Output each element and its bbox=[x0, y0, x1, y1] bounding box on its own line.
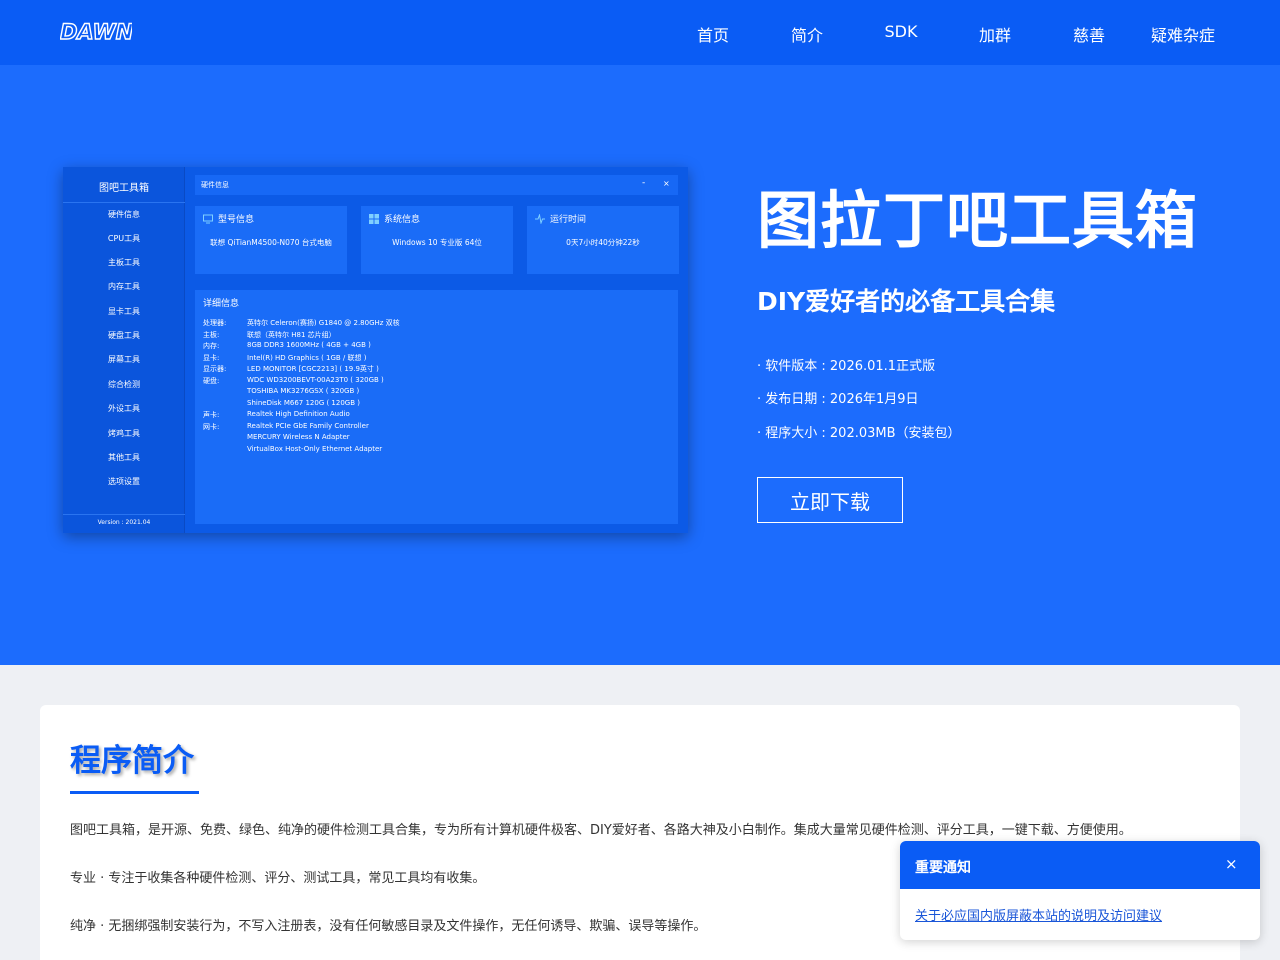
preview-card-title: 型号信息 bbox=[218, 215, 255, 225]
nav-join-group[interactable]: 加群 bbox=[955, 22, 1035, 46]
meta-release-date: · 发布日期 : 2026年1月9日 bbox=[757, 392, 919, 407]
preview-titlebar: 硬件信息 - × bbox=[195, 175, 678, 195]
preview-sidebar-item: 主板工具 bbox=[108, 258, 140, 267]
hero-title: 图拉丁吧工具箱 bbox=[757, 184, 1199, 257]
detail-key: 主板: bbox=[203, 330, 220, 339]
detail-value: LED MONITOR [CGC2213] ( 19.9英寸 ) bbox=[247, 365, 379, 373]
preview-card-title: 系统信息 bbox=[384, 215, 421, 225]
app-preview-screenshot: 图吧工具箱 硬件信息 CPU工具 主板工具 内存工具 显卡工具 硬盘工具 屏幕工… bbox=[63, 167, 688, 533]
detail-value: Intel(R) HD Graphics ( 1GB / 联想 ) bbox=[247, 353, 367, 362]
preview-card-value: 联想 QiTianM4500-N070 台式电脑 bbox=[210, 238, 332, 247]
notice-popup: 重要通知 × 关于必应国内版屏蔽本站的说明及访问建议 bbox=[900, 841, 1260, 940]
detail-value: Realtek PCIe GbE Family Controller bbox=[247, 421, 369, 430]
preview-divider bbox=[63, 202, 185, 203]
close-icon: × bbox=[663, 179, 670, 188]
monitor-icon bbox=[203, 214, 213, 224]
nav-charity[interactable]: 慈善 bbox=[1049, 22, 1129, 46]
preview-sidebar-item: 外设工具 bbox=[108, 404, 140, 413]
intro-title: 程序简介 bbox=[70, 743, 194, 779]
detail-value: 联想（英特尔 H81 芯片组） bbox=[247, 330, 336, 339]
svg-text:DAWN: DAWN bbox=[60, 20, 132, 44]
notice-link[interactable]: 关于必应国内版屏蔽本站的说明及访问建议 bbox=[915, 905, 1162, 924]
meta-version: · 软件版本 : 2026.01.1正式版 bbox=[757, 359, 936, 374]
title-underline bbox=[70, 791, 199, 794]
preview-card-system: 系统信息 Windows 10 专业版 64位 bbox=[361, 206, 513, 274]
preview-sidebar-item: 显卡工具 bbox=[108, 307, 140, 316]
notice-header: 重要通知 × bbox=[900, 841, 1260, 889]
preview-card-model: 型号信息 联想 QiTianM4500-N070 台式电脑 bbox=[195, 206, 347, 274]
nav-faq[interactable]: 疑难杂症 bbox=[1143, 22, 1223, 46]
detail-key: 网卡: bbox=[203, 422, 220, 431]
preview-sidebar-item: 选项设置 bbox=[108, 477, 140, 486]
preview-window-title: 硬件信息 bbox=[201, 181, 229, 189]
detail-value: TOSHIBA MK3276GSX ( 320GB ) bbox=[247, 387, 360, 395]
nav-home[interactable]: 首页 bbox=[673, 22, 753, 46]
dawn-logo[interactable]: DAWN bbox=[60, 18, 132, 46]
preview-detail-panel: 详细信息 处理器: 英特尔 Celeron(赛扬) G1840 @ 2.80GH… bbox=[195, 290, 678, 524]
detail-key: 显示器: bbox=[203, 365, 227, 373]
preview-divider bbox=[63, 514, 185, 515]
windows-icon bbox=[369, 214, 379, 224]
preview-version: Version : 2021.04 bbox=[97, 519, 151, 526]
preview-sidebar-item: 烤鸡工具 bbox=[108, 429, 140, 438]
preview-detail-title: 详细信息 bbox=[203, 299, 240, 309]
detail-value: MERCURY Wireless N Adapter bbox=[247, 433, 350, 441]
detail-key: 显卡: bbox=[203, 353, 220, 362]
preview-sidebar-item: 内存工具 bbox=[108, 282, 140, 291]
minimize-icon: - bbox=[642, 178, 646, 188]
detail-value: VirtualBox Host-Only Ethernet Adapter bbox=[247, 444, 383, 453]
nav-intro[interactable]: 简介 bbox=[767, 22, 847, 46]
detail-key: 声卡: bbox=[203, 411, 220, 419]
preview-card-value: Windows 10 专业版 64位 bbox=[392, 238, 482, 247]
preview-card-title: 运行时间 bbox=[550, 215, 587, 225]
nav-sdk[interactable]: SDK bbox=[861, 22, 941, 41]
hero-subtitle: DIY爱好者的必备工具合集 bbox=[757, 287, 1056, 316]
preview-sidebar-title: 图吧工具箱 bbox=[99, 183, 149, 194]
detail-value: Realtek High Definition Audio bbox=[247, 410, 350, 418]
close-icon[interactable]: × bbox=[1225, 855, 1238, 873]
preview-sidebar-item: 硬件信息 bbox=[108, 210, 140, 219]
download-button[interactable]: 立即下载 bbox=[757, 477, 903, 523]
detail-value: 英特尔 Celeron(赛扬) G1840 @ 2.80GHz 双核 bbox=[247, 319, 400, 327]
detail-value: ShineDisk M667 120G ( 120GB ) bbox=[247, 398, 360, 407]
intro-paragraph: 纯净 · 无捆绑强制安装行为，不写入注册表，没有任何敏感目录及文件操作，无任何诱… bbox=[70, 919, 707, 934]
preview-sidebar-item: 屏幕工具 bbox=[108, 355, 140, 364]
preview-card-uptime: 运行时间 0天7小时40分钟22秒 bbox=[527, 206, 679, 274]
notice-title: 重要通知 bbox=[915, 860, 971, 876]
detail-key: 处理器: bbox=[203, 319, 227, 327]
top-nav: DAWN 首页 简介 SDK 加群 慈善 疑难杂症 bbox=[0, 0, 1280, 65]
preview-sidebar-item: 综合检测 bbox=[108, 380, 140, 389]
preview-card-value: 0天7小时40分钟22秒 bbox=[566, 238, 640, 247]
detail-value: WDC WD3200BEVT-00A23T0 ( 320GB ) bbox=[247, 375, 384, 384]
detail-key: 硬盘: bbox=[203, 376, 220, 385]
detail-value: 8GB DDR3 1600MHz ( 4GB + 4GB ) bbox=[247, 341, 371, 349]
intro-paragraph: 图吧工具箱，是开源、免费、绿色、纯净的硬件检测工具合集，专为所有计算机硬件极客、… bbox=[70, 823, 1132, 838]
pulse-icon bbox=[535, 214, 545, 224]
preview-sidebar-item: 硬盘工具 bbox=[108, 331, 140, 340]
intro-paragraph: 专业 · 专注于收集各种硬件检测、评分、测试工具，常见工具均有收集。 bbox=[70, 871, 486, 886]
detail-key: 内存: bbox=[203, 342, 220, 350]
preview-sidebar: 图吧工具箱 硬件信息 CPU工具 主板工具 内存工具 显卡工具 硬盘工具 屏幕工… bbox=[63, 167, 185, 533]
preview-sidebar-item: CPU工具 bbox=[107, 234, 141, 243]
preview-sidebar-item: 其他工具 bbox=[108, 453, 140, 462]
meta-size: · 程序大小 : 202.03MB（安装包） bbox=[757, 426, 961, 441]
